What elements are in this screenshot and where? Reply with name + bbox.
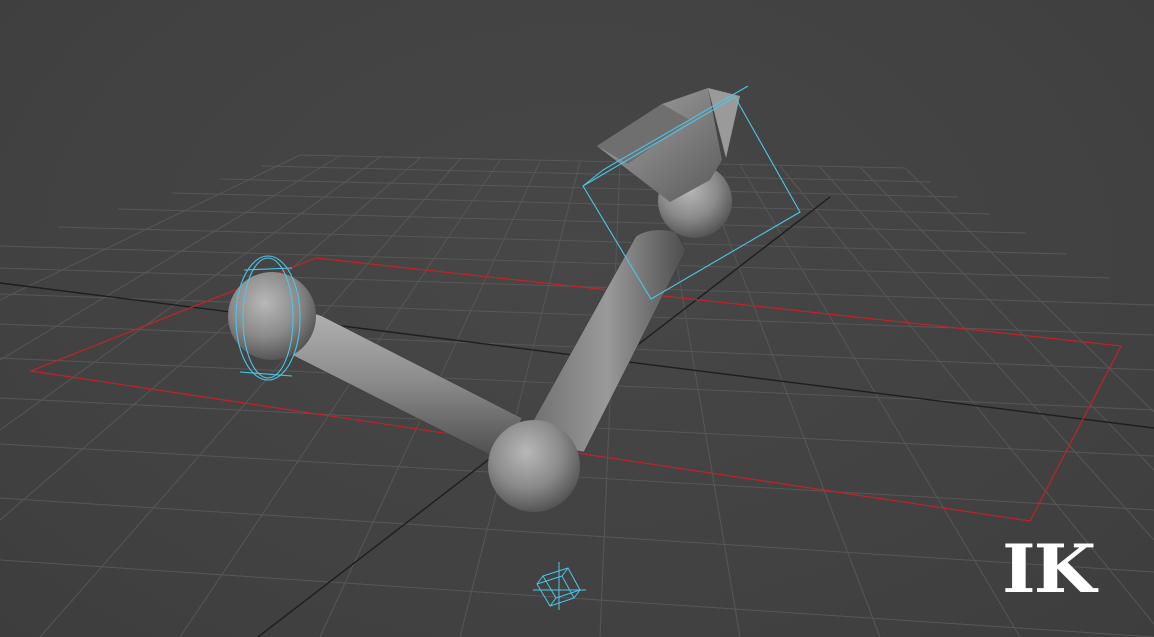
mode-label: IK bbox=[1002, 529, 1096, 608]
middle-joint[interactable] bbox=[488, 420, 580, 512]
bone-upper[interactable] bbox=[288, 313, 523, 463]
scene-view[interactable] bbox=[0, 0, 1154, 637]
3d-viewport[interactable]: IK bbox=[0, 0, 1154, 637]
bone-chain[interactable] bbox=[228, 88, 740, 512]
locator-icon[interactable] bbox=[533, 562, 586, 610]
